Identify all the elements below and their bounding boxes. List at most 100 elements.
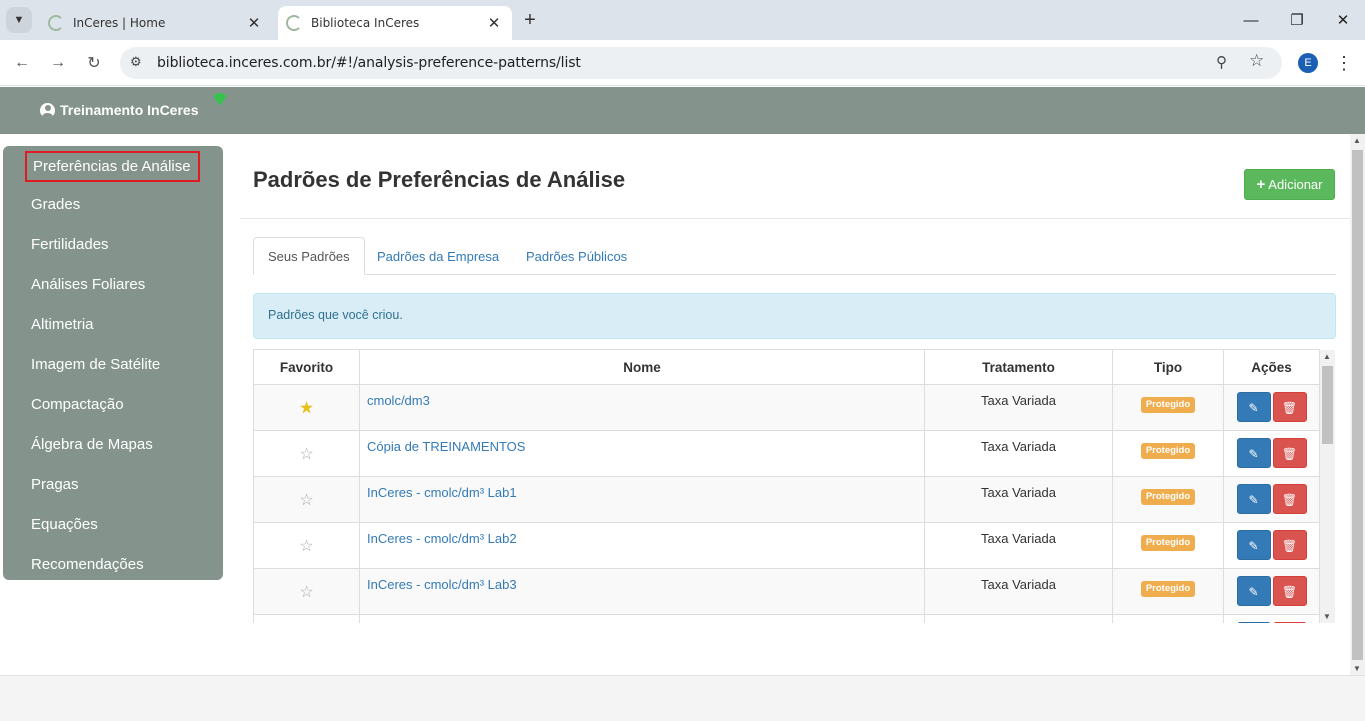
patterns-table-container: Favorito Nome Tratamento Tipo Ações ★ cm…	[253, 349, 1336, 623]
col-header-acoes: Ações	[1223, 349, 1320, 385]
browser-tab-bar: ▼ InCeres | Home ✕ Biblioteca InCeres ✕ …	[0, 0, 1365, 40]
bookmark-star-icon[interactable]: ☆	[1249, 51, 1264, 71]
table-header-row: Favorito Nome Tratamento Tipo Ações	[253, 349, 1320, 385]
favorite-star-outline-icon[interactable]: ☆	[299, 538, 313, 555]
page-scrollbar-thumb[interactable]	[1352, 150, 1363, 660]
tab-padroes-empresa[interactable]: Padrões da Empresa	[363, 237, 513, 275]
tab-search-chevron-icon[interactable]: ▼	[6, 7, 32, 33]
delete-button[interactable]: 🗑	[1272, 438, 1307, 468]
page-scrollbar[interactable]: ▲ ▼	[1350, 134, 1365, 675]
delete-button[interactable]	[1272, 622, 1307, 623]
table-row: ☆ InCeres - cmolc/dm³ Lab1 Taxa Variada …	[253, 476, 1320, 523]
pattern-treatment: Taxa Variada	[924, 476, 1113, 523]
pattern-treatment: Taxa Variada	[924, 522, 1113, 569]
edit-button[interactable]: ✎	[1236, 438, 1271, 468]
pattern-name-link[interactable]: cmolc/dm3	[359, 384, 925, 431]
edit-button[interactable]: ✎	[1236, 392, 1271, 422]
edit-button[interactable]: ✎	[1236, 530, 1271, 560]
sidebar-item-preferencias-analise[interactable]: Preferências de Análise	[25, 151, 200, 182]
bottom-strip	[0, 675, 1365, 721]
trash-icon: 🗑	[1281, 585, 1298, 599]
favorite-star-outline-icon[interactable]: ☆	[299, 446, 313, 463]
scroll-down-icon[interactable]: ▼	[1353, 664, 1361, 673]
user-circle-icon	[40, 102, 55, 118]
favorite-star-outline-icon[interactable]: ☆	[299, 492, 313, 509]
col-header-nome: Nome	[359, 349, 925, 385]
table-scrollbar[interactable]: ▲ ▼	[1320, 350, 1335, 623]
reload-icon[interactable]: ↻	[81, 50, 107, 76]
table-row: ★ cmolc/dm3 Taxa Variada Protegido ✎ 🗑	[253, 384, 1320, 431]
close-icon[interactable]: ✕	[484, 13, 504, 33]
pattern-treatment: Taxa Variada	[924, 568, 1113, 615]
tab-padroes-publicos[interactable]: Padrões Públicos	[512, 237, 641, 275]
delete-button[interactable]: 🗑	[1272, 392, 1307, 422]
delete-button[interactable]: 🗑	[1272, 484, 1307, 514]
address-bar: ← → ↻ ⚙ biblioteca.inceres.com.br/#!/ana…	[0, 40, 1365, 86]
col-header-favorito: Favorito	[253, 349, 360, 385]
pattern-treatment: Taxa Variada	[924, 384, 1113, 431]
pattern-treatment: Taxa Variada	[924, 430, 1113, 477]
minimize-icon[interactable]: —	[1236, 6, 1266, 34]
edit-button[interactable]: ✎	[1236, 576, 1271, 606]
sidebar-item-compactacao[interactable]: Compactação	[31, 396, 124, 413]
browser-menu-icon[interactable]: ⋮	[1334, 51, 1354, 75]
app-header: Treinamento InCeres	[0, 87, 1365, 134]
add-button[interactable]: + Adicionar	[1244, 169, 1335, 200]
url-text[interactable]: biblioteca.inceres.com.br/#!/analysis-pr…	[157, 55, 581, 71]
window-close-icon[interactable]: ✕	[1328, 6, 1358, 34]
browser-tab-title: Biblioteca InCeres	[311, 16, 420, 30]
browser-tab-home[interactable]: InCeres | Home ✕	[40, 6, 272, 40]
sidebar-item-altimetria[interactable]: Altimetria	[31, 316, 94, 333]
add-button-label: Adicionar	[1268, 177, 1323, 192]
info-alert: Padrões que você criou.	[253, 293, 1336, 339]
new-tab-plus-icon[interactable]: +	[518, 8, 542, 32]
connection-wifi-icon	[211, 93, 229, 105]
sidebar-item-fertilidades[interactable]: Fertilidades	[31, 236, 109, 253]
status-badge: Protegido	[1140, 535, 1196, 551]
tab-seus-padroes[interactable]: Seus Padrões	[253, 237, 365, 275]
restore-icon[interactable]: ❐	[1282, 6, 1312, 34]
favorite-star-outline-icon[interactable]: ☆	[299, 584, 313, 601]
sidebar-item-equacoes[interactable]: Equações	[31, 516, 98, 533]
pattern-name-link[interactable]: Cópia de TREINAMENTOS	[359, 430, 925, 477]
edit-icon: ✎	[1248, 493, 1259, 507]
trash-icon: 🗑	[1281, 401, 1298, 415]
pattern-name-link[interactable]: InCeres - cmolc/dm³ Lab3	[359, 568, 925, 615]
favorite-star-filled-icon[interactable]: ★	[299, 400, 313, 417]
sidebar-item-imagem-satelite[interactable]: Imagem de Satélite	[31, 356, 160, 373]
scroll-up-icon[interactable]: ▲	[1323, 352, 1331, 361]
scroll-up-icon[interactable]: ▲	[1353, 136, 1361, 145]
status-badge: Protegido	[1140, 443, 1196, 459]
sidebar-item-pragas[interactable]: Pragas	[31, 476, 79, 493]
edit-button[interactable]: ✎	[1236, 484, 1271, 514]
status-badge: Protegido	[1140, 489, 1196, 505]
col-header-tratamento: Tratamento	[924, 349, 1113, 385]
title-divider	[240, 218, 1350, 219]
sidebar-item-grades[interactable]: Grades	[31, 196, 80, 213]
browser-tab-biblioteca[interactable]: Biblioteca InCeres ✕	[278, 6, 512, 40]
delete-button[interactable]: 🗑	[1272, 576, 1307, 606]
trash-icon: 🗑	[1281, 493, 1298, 507]
pattern-name-link[interactable]: InCeres - cmolc/dm³ Lab2	[359, 522, 925, 569]
back-arrow-icon[interactable]: ←	[9, 50, 35, 76]
sidebar-item-algebra-mapas[interactable]: Álgebra de Mapas	[31, 436, 153, 453]
profile-avatar[interactable]: E	[1298, 53, 1318, 73]
sidebar-item-analises-foliares[interactable]: Análises Foliares	[31, 276, 145, 293]
zoom-icon[interactable]: ⚲	[1216, 53, 1227, 71]
user-menu[interactable]: Treinamento InCeres	[40, 102, 199, 118]
browser-tab-title: InCeres | Home	[73, 16, 166, 30]
forward-arrow-icon[interactable]: →	[45, 50, 71, 76]
site-settings-icon[interactable]: ⚙	[130, 54, 142, 70]
edit-icon: ✎	[1248, 539, 1259, 553]
page-title: Padrões de Preferências de Análise	[253, 167, 626, 192]
close-icon[interactable]: ✕	[244, 13, 264, 33]
table-scrollbar-thumb[interactable]	[1322, 366, 1333, 444]
url-omnibox[interactable]: ⚙ biblioteca.inceres.com.br/#!/analysis-…	[120, 47, 1282, 79]
delete-button[interactable]: 🗑	[1272, 530, 1307, 560]
table-row: ☆ InCeres - cmolc/dm³ Lab3 Taxa Variada …	[253, 568, 1320, 615]
pattern-name-link[interactable]: InCeres - cmolc/dm³ Lab1	[359, 476, 925, 523]
edit-button[interactable]	[1236, 622, 1271, 623]
table-row-partial	[253, 614, 1320, 623]
scroll-down-icon[interactable]: ▼	[1323, 612, 1331, 621]
sidebar-item-recomendacoes[interactable]: Recomendações	[31, 556, 144, 573]
